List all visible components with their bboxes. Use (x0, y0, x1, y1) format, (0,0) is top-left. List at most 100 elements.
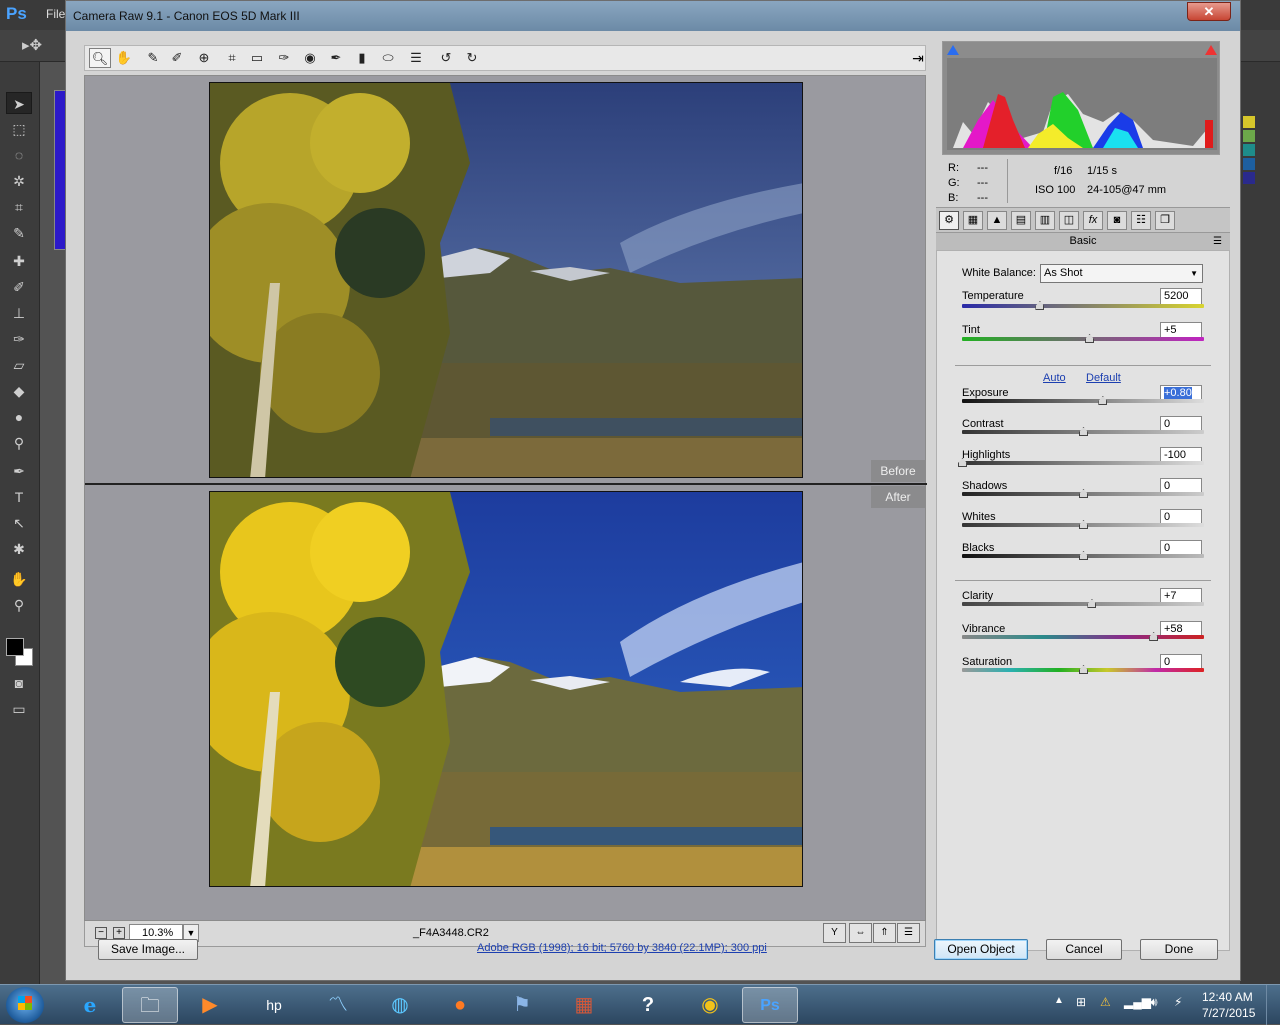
foreground-color-swatch[interactable] (6, 638, 24, 656)
before-preview-image[interactable] (209, 82, 803, 478)
slider-thumb[interactable] (1035, 301, 1045, 310)
before-after-divider[interactable] (85, 483, 927, 485)
healing-brush-icon[interactable]: ✚ (6, 250, 32, 272)
swatch-navy[interactable] (1243, 172, 1255, 184)
help-icon[interactable]: ? (620, 987, 676, 1023)
globe-app-icon[interactable]: ◍ (372, 987, 428, 1023)
eyedropper-tool-icon[interactable]: ✎ (6, 222, 32, 244)
clock-time[interactable]: 12:40 AM (1202, 990, 1253, 1004)
tab-presets-icon[interactable]: ☷ (1131, 211, 1151, 230)
done-button[interactable]: Done (1140, 939, 1218, 960)
slider-track[interactable] (962, 635, 1204, 639)
chrome-icon[interactable]: ◉ (682, 987, 738, 1023)
hand-tool-icon[interactable]: ✋ (6, 568, 32, 590)
pen-tool-icon[interactable]: ✒ (6, 460, 32, 482)
screen-mode-icon[interactable]: ▭ (6, 698, 32, 720)
crop-tool-icon[interactable]: ⌗ (6, 196, 32, 218)
swatch-green[interactable] (1243, 130, 1255, 142)
hp-icon[interactable]: hp (246, 987, 302, 1023)
brush-tool-icon[interactable]: ✐ (6, 276, 32, 298)
clone-stamp-icon[interactable]: ⊥ (6, 302, 32, 324)
marquee-tool-icon[interactable]: ⬚ (6, 118, 32, 140)
show-desktop-button[interactable] (1266, 985, 1280, 1025)
windows-flag-tray-icon[interactable]: ⊞ (1076, 995, 1086, 1009)
panel-menu-icon[interactable]: ☰ (1213, 233, 1222, 250)
slider-thumb[interactable] (1079, 520, 1088, 529)
eraser-tool-icon[interactable]: ▱ (6, 354, 32, 376)
media-player-icon[interactable]: ▶ (182, 987, 238, 1023)
network-app-icon[interactable]: ⚑ (494, 987, 550, 1023)
move-tool-icon[interactable]: ▸✥ (22, 36, 42, 54)
path-selection-icon[interactable]: ↖ (6, 512, 32, 534)
toggle-fullscreen-icon[interactable]: ⇥ (907, 48, 929, 68)
tab-camera-calibration-icon[interactable]: ◙ (1107, 211, 1127, 230)
magic-wand-tool-icon[interactable]: ✲ (6, 170, 32, 192)
radial-filter-icon[interactable]: ⬭ (377, 48, 399, 68)
after-preview-image[interactable] (209, 491, 803, 887)
targeted-adjustment-icon[interactable]: ⊕ (193, 48, 215, 68)
white-balance-select[interactable]: As Shot ▼ (1040, 264, 1203, 283)
rotate-left-icon[interactable]: ↺ (435, 48, 457, 68)
slider-track[interactable] (962, 304, 1204, 308)
swatch-yellow[interactable] (1243, 116, 1255, 128)
slider-thumb[interactable] (1079, 489, 1088, 498)
save-image-button[interactable]: Save Image... (98, 939, 198, 960)
start-button[interactable] (6, 987, 44, 1023)
red-eye-icon[interactable]: ◉ (299, 48, 321, 68)
network-signal-icon[interactable]: ▂▄▆ (1124, 995, 1151, 1009)
tab-lens-corrections-icon[interactable]: ◫ (1059, 211, 1079, 230)
move-tool-icon[interactable]: ➤ (6, 92, 32, 114)
slider-thumb[interactable] (1098, 396, 1108, 405)
default-link[interactable]: Default (1086, 372, 1121, 384)
quick-mask-icon[interactable]: ◙ (6, 672, 32, 694)
graduated-filter-icon[interactable]: ▮ (351, 48, 373, 68)
tab-effects-icon[interactable]: fx (1083, 211, 1103, 230)
slider-thumb[interactable] (1149, 632, 1159, 641)
clock-date[interactable]: 7/27/2015 (1202, 1006, 1255, 1020)
photoshop-icon[interactable]: Ps (742, 987, 798, 1023)
slider-thumb[interactable] (1079, 665, 1088, 674)
custom-shape-icon[interactable]: ✱ (6, 538, 32, 560)
tab-detail-icon[interactable]: ▲ (987, 211, 1007, 230)
workflow-options-link[interactable]: Adobe RGB (1998); 16 bit; 5760 by 3840 (… (477, 942, 767, 954)
internet-explorer-icon[interactable]: e (62, 987, 118, 1023)
file-explorer-icon[interactable]: 🗀 (122, 987, 178, 1023)
slider-track[interactable] (962, 602, 1204, 606)
swatch-blue[interactable] (1243, 158, 1255, 170)
swap-before-after-icon[interactable]: ⇔ (849, 923, 872, 943)
adjustment-brush-icon[interactable]: ✒ (325, 48, 347, 68)
slider-thumb[interactable] (1085, 334, 1095, 343)
chart-app-icon[interactable]: 〽 (310, 987, 366, 1023)
cancel-button[interactable]: Cancel (1046, 939, 1122, 960)
toggle-settings-icon[interactable]: ☰ (897, 923, 920, 943)
slider-value-field[interactable]: 5200 (1160, 288, 1202, 305)
rotate-right-icon[interactable]: ↻ (461, 48, 483, 68)
auto-link[interactable]: Auto (1043, 372, 1066, 384)
tab-basic-icon[interactable]: ⚙ (939, 211, 959, 230)
firefox-icon[interactable]: ● (432, 987, 488, 1023)
image-preview[interactable]: Before After (84, 75, 927, 921)
paint-bucket-icon[interactable]: ◆ (6, 380, 32, 402)
slider-track[interactable] (962, 399, 1204, 403)
type-tool-icon[interactable]: T (6, 486, 32, 508)
tab-snapshots-icon[interactable]: ❐ (1155, 211, 1175, 230)
spot-removal-icon[interactable]: ✑ (273, 48, 295, 68)
slider-track[interactable] (962, 337, 1204, 341)
blur-tool-icon[interactable]: ● (6, 406, 32, 428)
color-sampler-icon[interactable]: ✐ (166, 48, 188, 68)
close-button[interactable]: ✕ (1187, 2, 1231, 21)
copy-settings-icon[interactable]: ⇑ (873, 923, 896, 943)
zoom-out-button[interactable]: − (95, 927, 107, 939)
hand-icon[interactable]: ✋ (113, 48, 135, 68)
slider-track[interactable] (962, 461, 1204, 465)
history-brush-icon[interactable]: ✑ (6, 328, 32, 350)
tab-split-toning-icon[interactable]: ▥ (1035, 211, 1055, 230)
white-balance-eyedropper-icon[interactable]: ✎ (142, 48, 164, 68)
straighten-icon[interactable]: ▭ (246, 48, 268, 68)
zoom-icon[interactable]: 🔍︎ (89, 48, 111, 68)
crop-icon[interactable]: ⌗ (221, 48, 243, 68)
lasso-tool-icon[interactable]: ◌ (6, 144, 32, 166)
firewall-icon[interactable]: ▦ (556, 987, 612, 1023)
slider-thumb[interactable] (1087, 599, 1097, 608)
menu-file[interactable]: File (46, 7, 65, 21)
